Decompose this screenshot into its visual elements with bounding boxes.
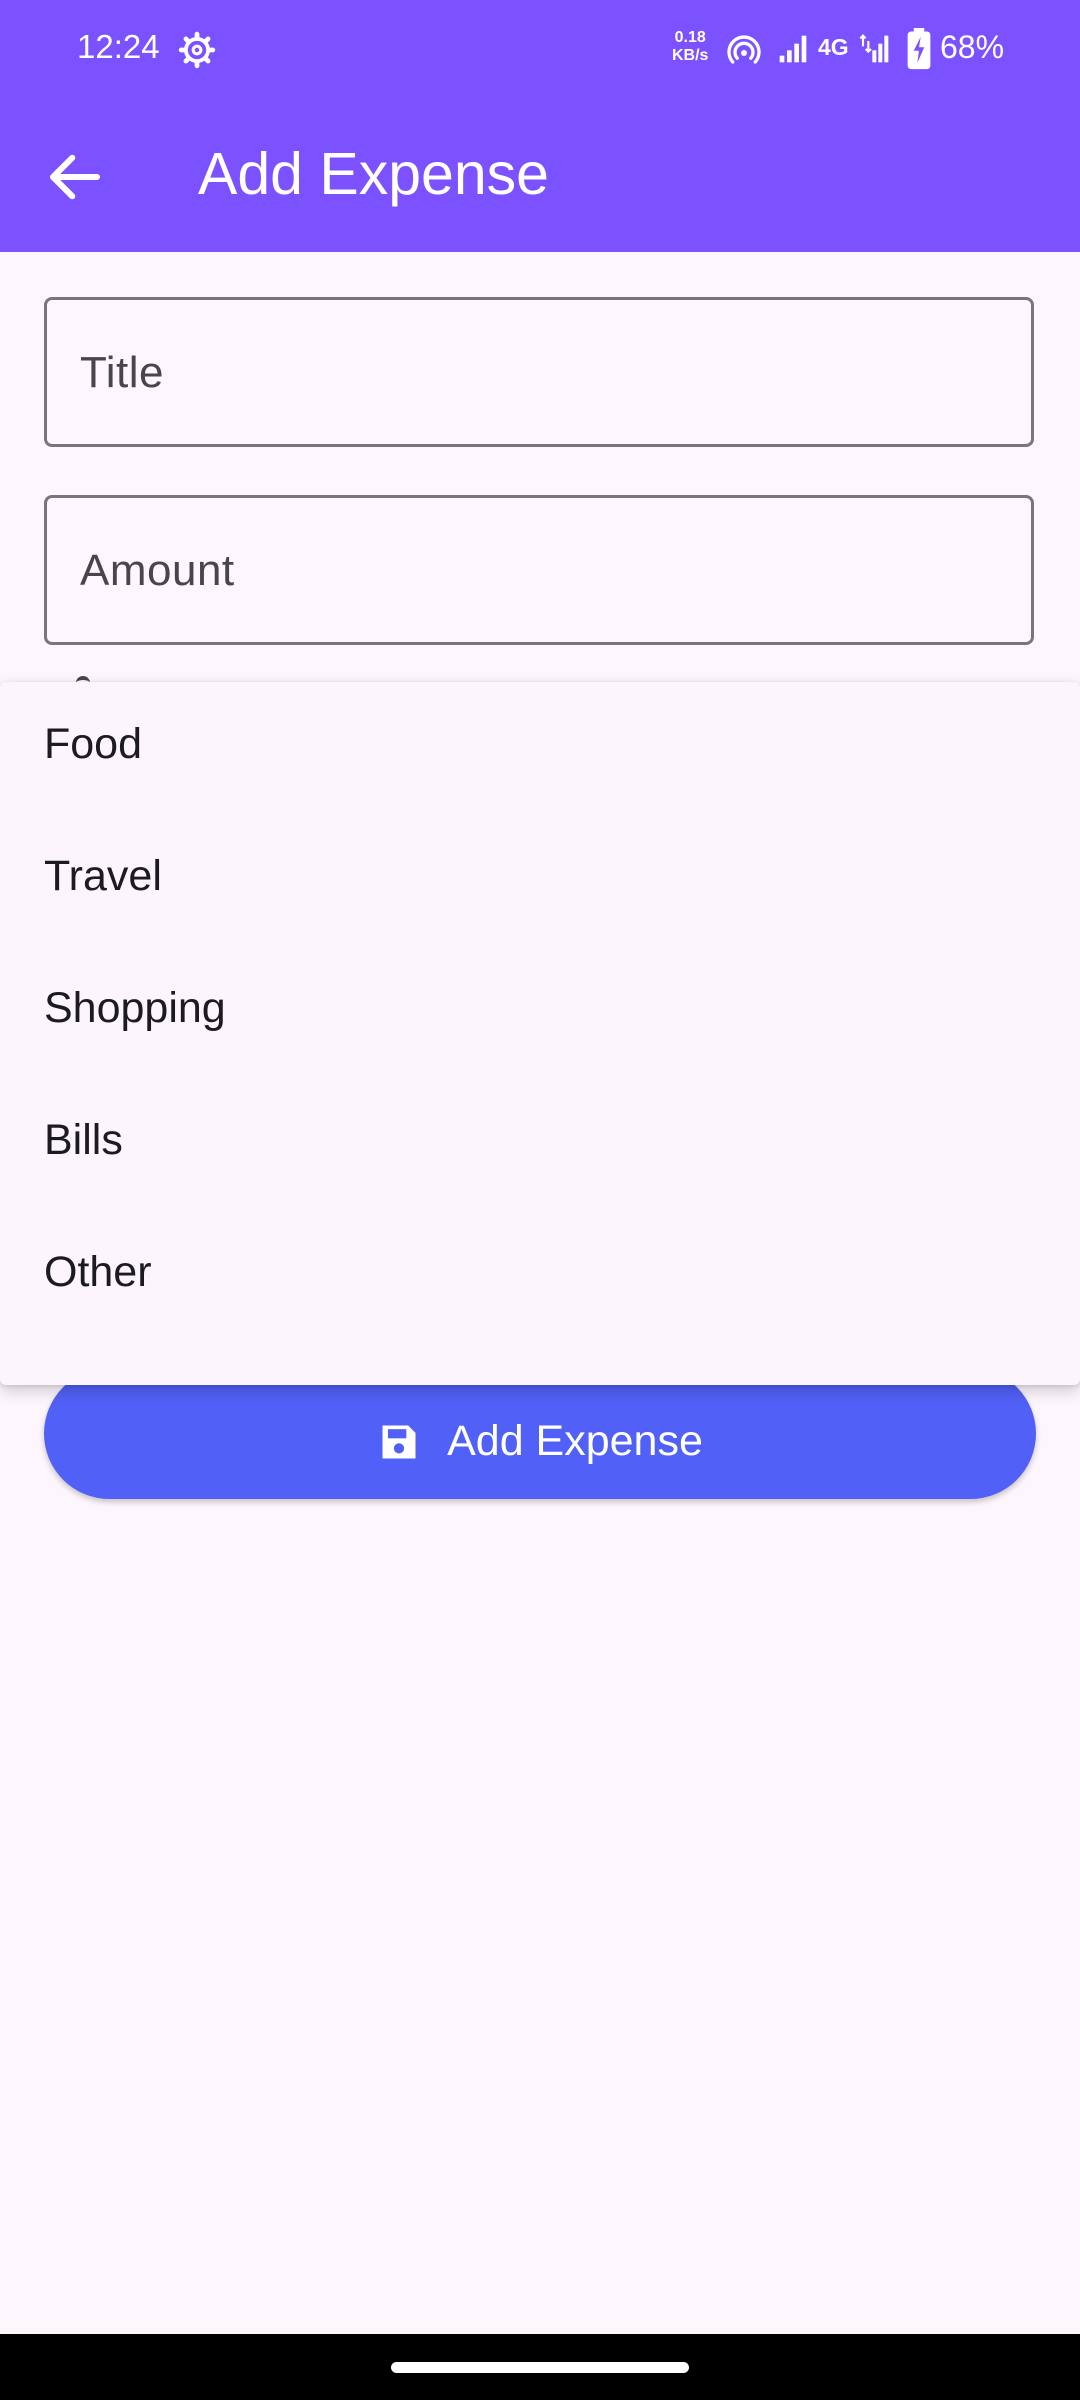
add-expense-button-label: Add Expense [447, 1417, 703, 1465]
menu-item-label: Food [44, 720, 143, 768]
signal-strength-icon [779, 35, 807, 63]
menu-item-label: Other [44, 1248, 152, 1296]
page-title: Add Expense [198, 141, 549, 207]
network-type: 4G [818, 34, 849, 60]
save-icon [382, 1425, 416, 1458]
menu-item-shopping[interactable]: Shopping [0, 946, 1080, 1078]
home-indicator[interactable] [391, 2362, 689, 2373]
menu-item-label: Travel [44, 852, 162, 900]
signal-strength-2-icon [859, 34, 889, 63]
menu-item-label: Shopping [44, 984, 226, 1032]
title-field[interactable]: Title [44, 297, 1034, 447]
settings-gear-icon [178, 31, 216, 69]
menu-item-food[interactable]: Food [0, 682, 1080, 814]
add-expense-button[interactable]: Add Expense [44, 1368, 1036, 1499]
amount-field-label: Amount [80, 546, 235, 595]
menu-item-bills[interactable]: Bills [0, 1078, 1080, 1210]
status-bar: 12:24 0.18 KB/s 4G 68% [0, 0, 1080, 100]
menu-item-label: Bills [44, 1116, 123, 1164]
hotspot-icon [727, 35, 761, 64]
menu-item-travel[interactable]: Travel [0, 814, 1080, 946]
title-field-label: Title [80, 348, 164, 397]
battery-percentage: 68% [940, 29, 1005, 65]
network-speed-value: 0.18 [674, 29, 706, 46]
back-arrow-icon[interactable] [42, 144, 108, 210]
battery-charging-icon [907, 28, 931, 70]
category-menu: Food Travel Shopping Bills Other [0, 682, 1080, 1385]
menu-item-other[interactable]: Other [0, 1210, 1080, 1342]
app-bar: Add Expense [0, 100, 1080, 252]
amount-field[interactable]: Amount [44, 495, 1034, 645]
network-speed-unit: KB/s [672, 47, 709, 64]
status-time: 12:24 [77, 28, 160, 65]
network-speed: 0.18 KB/s [672, 29, 708, 65]
system-nav-bar [0, 2334, 1080, 2400]
